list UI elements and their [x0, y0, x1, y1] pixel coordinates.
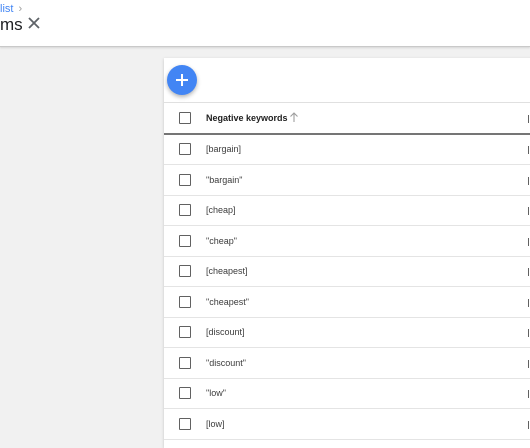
close-icon[interactable]: [26, 15, 42, 31]
next-column-edge: [528, 421, 529, 429]
table-header: Negative keywords: [164, 102, 530, 135]
next-column-edge: [528, 146, 529, 154]
row-checkbox[interactable]: [179, 174, 191, 186]
table-row[interactable]: [discount]: [164, 317, 530, 348]
next-column-edge: [528, 329, 529, 337]
table-row[interactable]: [cheapest]: [164, 256, 530, 287]
next-column-edge: [528, 390, 529, 398]
table-row[interactable]: "cheapest": [164, 287, 530, 318]
keyword-cell: "cheap": [206, 236, 237, 246]
table-row[interactable]: [low]: [164, 409, 530, 440]
next-column-edge: [528, 268, 529, 276]
keyword-cell: "low": [206, 388, 226, 398]
row-checkbox[interactable]: [179, 357, 191, 369]
table-row[interactable]: [bargain]: [164, 134, 530, 165]
row-checkbox[interactable]: [179, 296, 191, 308]
plus-icon: [176, 74, 188, 86]
chevron-right-icon: ›: [18, 3, 23, 15]
breadcrumb-link[interactable]: list: [0, 3, 13, 15]
next-column-edge: [528, 299, 529, 307]
table-row[interactable]: "bargain": [164, 165, 530, 196]
keyword-cell: [cheap]: [206, 205, 236, 215]
keyword-cell: [bargain]: [206, 144, 242, 154]
row-checkbox[interactable]: [179, 204, 191, 216]
next-column-edge: [528, 207, 529, 215]
add-button[interactable]: [167, 65, 197, 95]
table-row[interactable]: "cheap": [164, 226, 530, 257]
next-column-edge: [528, 177, 529, 185]
row-checkbox[interactable]: [179, 387, 191, 399]
table-row[interactable]: "discount": [164, 348, 530, 379]
row-checkbox[interactable]: [179, 418, 191, 430]
column-header-negative-keywords[interactable]: Negative keywords: [206, 113, 288, 123]
arrow-up-icon[interactable]: [289, 111, 299, 123]
keyword-cell: "discount": [206, 358, 246, 368]
keyword-cell: [cheapest]: [206, 266, 248, 276]
row-checkbox[interactable]: [179, 235, 191, 247]
keyword-cell: [low]: [206, 419, 225, 429]
next-column-edge: [528, 360, 529, 368]
table-row[interactable]: "low": [164, 378, 530, 409]
page-title: ms: [0, 15, 23, 34]
table-row[interactable]: [cheap]: [164, 195, 530, 226]
keyword-cell: "bargain": [206, 175, 243, 185]
top-bar: list › ms: [0, 0, 530, 47]
row-checkbox[interactable]: [179, 143, 191, 155]
row-checkbox[interactable]: [179, 265, 191, 277]
row-checkbox[interactable]: [179, 326, 191, 338]
keywords-card: Negative keywords [bargain] "bargain" [c…: [164, 58, 530, 448]
keyword-cell: "cheapest": [206, 297, 249, 307]
next-column-edge: [528, 238, 529, 246]
column-header-next-edge: [528, 115, 529, 123]
select-all-checkbox[interactable]: [179, 112, 191, 124]
breadcrumb: list ›: [0, 3, 22, 15]
keyword-cell: [discount]: [206, 327, 245, 337]
